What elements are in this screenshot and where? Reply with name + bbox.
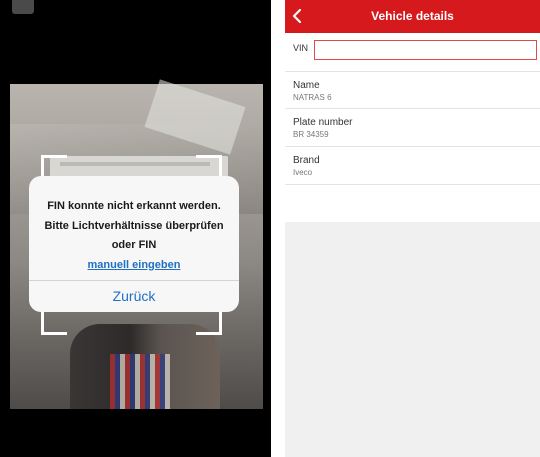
header-bar: Vehicle details [285, 0, 540, 33]
back-button[interactable]: Zurück [29, 281, 239, 312]
brand-value: Iveco [293, 168, 313, 177]
plate-number-value: BR 34359 [293, 130, 329, 139]
vin-input[interactable] [314, 40, 537, 60]
plate-number-label: Plate number [293, 117, 353, 128]
vin-label: VIN [293, 43, 309, 53]
manual-entry-link[interactable]: manuell eingeben [88, 256, 181, 276]
dialog-message-line-2: Bitte Lichtverhältnisse überprüfen [44, 219, 224, 232]
chevron-left-icon[interactable] [289, 7, 307, 25]
name-label: Name [293, 80, 320, 91]
scan-frame-corner-bottom-right [196, 309, 222, 335]
preview-fabric [110, 354, 170, 409]
plate-number-row: Plate number BR 34359 [285, 109, 540, 147]
dialog-message-line-1: FIN konnte nicht erkannt werden. [47, 200, 221, 212]
vehicle-details-screen: Vehicle details VIN Name NATRAS 6 Plate … [285, 0, 540, 457]
vin-not-recognized-dialog: FIN konnte nicht erkannt werden. Bitte L… [29, 176, 239, 312]
name-row: Name NATRAS 6 [285, 72, 540, 109]
brand-row: Brand Iveco [285, 147, 540, 185]
name-value: NATRAS 6 [293, 93, 332, 102]
dialog-message-line-3: oder FIN [111, 239, 157, 251]
details-list: VIN Name NATRAS 6 Plate number BR 34359 … [285, 33, 540, 222]
camera-control-icon[interactable] [12, 0, 34, 14]
camera-scanner-view: FIN konnte nicht erkannt werden. Bitte L… [0, 0, 271, 457]
vin-row: VIN [285, 33, 540, 72]
page-title: Vehicle details [371, 9, 454, 23]
dialog-message: FIN konnte nicht erkannt werden. Bitte L… [29, 176, 239, 275]
scan-frame-corner-bottom-left [41, 309, 67, 335]
brand-label: Brand [293, 155, 320, 166]
